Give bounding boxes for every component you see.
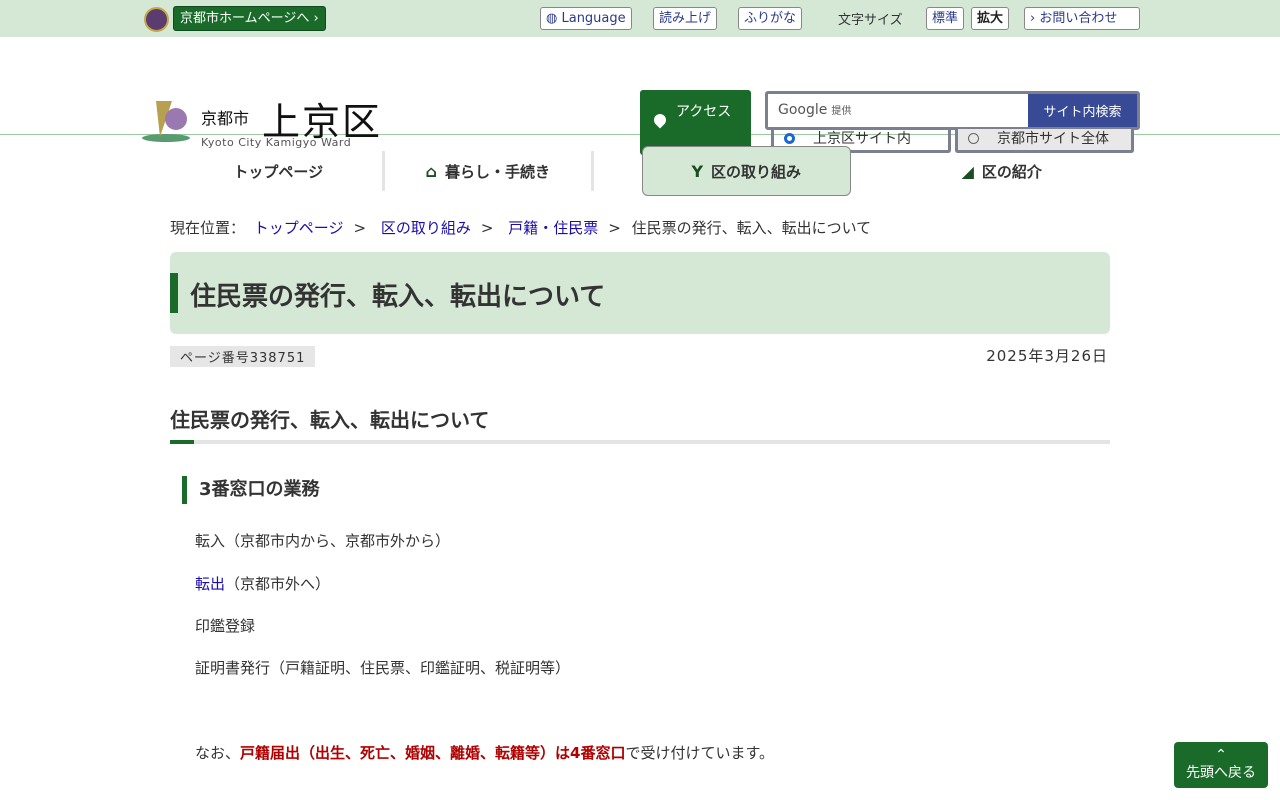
- contact-button[interactable]: › お問い合わせ: [1024, 7, 1140, 30]
- page-title-box: 住民票の発行、転入、転出について: [170, 252, 1110, 334]
- language-button[interactable]: ◍ Language: [540, 7, 632, 30]
- site-header: 京都市 上京区 Kyoto City Kamigyo Ward アクセス Goo…: [0, 37, 1280, 155]
- font-large-button[interactable]: 拡大: [971, 7, 1010, 30]
- nav-living[interactable]: ⌂ 暮らし・手続き: [385, 151, 594, 191]
- item-certificates: 証明書発行（戸籍証明、住民票、印鑑証明、税証明等）: [195, 659, 571, 677]
- page-title: 住民票の発行、転入、転出について: [190, 282, 606, 312]
- subsection-heading: 3番窓口の業務: [182, 476, 320, 504]
- mountain-icon: ◢: [961, 161, 974, 181]
- ward-logo-icon: [142, 101, 190, 142]
- breadcrumb-top[interactable]: トップページ: [254, 219, 344, 237]
- home-icon: ⌂: [425, 161, 437, 181]
- font-size-label: 文字サイズ: [838, 13, 903, 28]
- item-seal-registration: 印鑑登録: [195, 617, 256, 635]
- page-date: 2025年3月26日: [986, 347, 1108, 365]
- nav-about[interactable]: ◢ 区の紹介: [899, 151, 1106, 191]
- item-move-in: 転入（京都市内から、京都市外から）: [195, 532, 451, 550]
- font-standard-button[interactable]: 標準: [926, 7, 965, 30]
- note: なお、戸籍届出（出生、死亡、婚姻、離婚、転籍等）は4番窓口で受け付けています。: [195, 744, 774, 762]
- page-number: ページ番号338751: [170, 346, 316, 367]
- furigana-button[interactable]: ふりがな: [738, 7, 803, 30]
- search-input[interactable]: Google 提供: [778, 102, 851, 118]
- nav-initiatives[interactable]: Y 区の取り組み: [642, 146, 851, 196]
- global-nav: トップページ ⌂ 暮らし・手続き Y 区の取り組み ◢ 区の紹介: [175, 146, 1105, 196]
- city-home-link[interactable]: 京都市ホームページへ ›: [173, 6, 326, 31]
- chevron-up-icon: ⌃: [1215, 747, 1227, 763]
- logo-city-text: 京都市: [201, 109, 250, 128]
- breadcrumb-initiatives[interactable]: 区の取り組み: [381, 219, 471, 237]
- breadcrumb-family-register[interactable]: 戸籍・住民票: [508, 219, 598, 237]
- search-box[interactable]: Google 提供 サイト内検索: [765, 91, 1140, 130]
- move-out-link[interactable]: 転出: [195, 575, 225, 593]
- read-aloud-button[interactable]: 読み上げ: [653, 7, 718, 30]
- breadcrumb: 現在位置： トップページ > 区の取り組み > 戸籍・住民票 > 住民票の発行、転入、…: [170, 219, 872, 237]
- nav-top[interactable]: トップページ: [175, 151, 385, 191]
- item-move-out: 転出（京都市外へ）: [195, 575, 331, 593]
- back-to-top-button[interactable]: ⌃ 先頭へ戻る: [1174, 742, 1268, 788]
- section-heading: 住民票の発行、転入、転出について: [170, 404, 1110, 444]
- site-search-button[interactable]: サイト内検索: [1028, 94, 1137, 127]
- map-pin-icon: [651, 111, 669, 129]
- globe-icon: ◍: [546, 11, 558, 26]
- sprout-icon: Y: [691, 161, 704, 181]
- breadcrumb-current: 住民票の発行、転入、転出について: [631, 219, 872, 237]
- utility-bar: 京都市ホームページへ › ◍ Language 読み上げ ふりがな 文字サイズ …: [0, 0, 1280, 37]
- city-emblem-icon: [144, 7, 169, 32]
